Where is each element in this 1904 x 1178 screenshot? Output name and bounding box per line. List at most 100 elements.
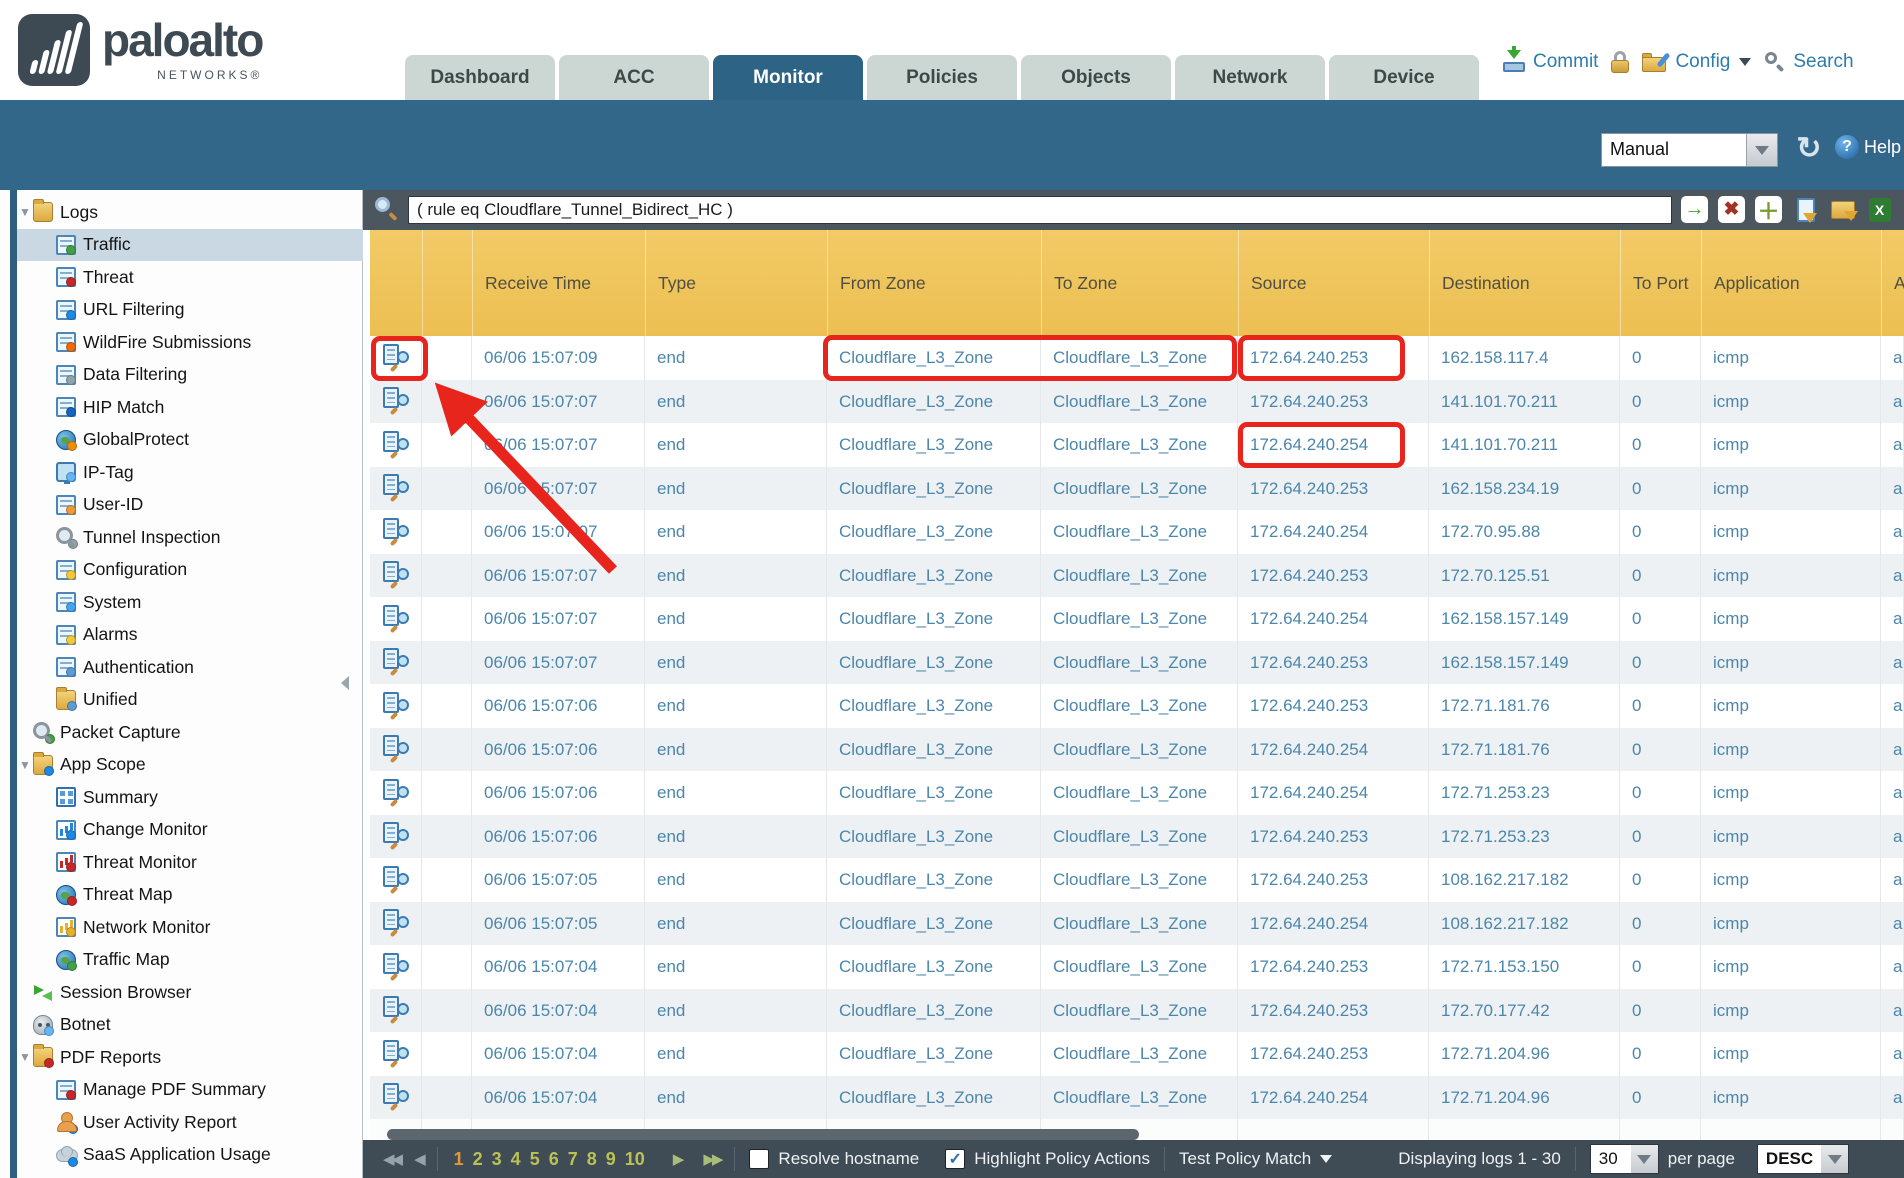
cell-destination[interactable]: 108.162.217.182	[1429, 858, 1620, 902]
log-detail-magnifier-icon[interactable]	[383, 518, 409, 546]
cell-action[interactable]: a	[1881, 684, 1904, 728]
cell-receive-time[interactable]: 06/06 15:07:07	[472, 597, 645, 641]
cell-to-zone[interactable]: Cloudflare_L3_Zone	[1041, 771, 1238, 815]
column-header-type[interactable]: Type	[645, 230, 827, 336]
cell-source[interactable]: 172.64.240.254	[1238, 728, 1429, 772]
log-detail-magnifier-icon[interactable]	[383, 1083, 409, 1111]
cell-to-zone[interactable]: Cloudflare_L3_Zone	[1041, 815, 1238, 859]
page-number-1[interactable]: 1	[454, 1149, 464, 1170]
cell-application[interactable]: icmp	[1701, 467, 1881, 511]
cell-destination[interactable]: 172.70.125.51	[1429, 554, 1620, 598]
cell-to-port[interactable]: 0	[1620, 467, 1701, 511]
cell-from-zone[interactable]: Cloudflare_L3_Zone	[827, 902, 1041, 946]
cell-destination[interactable]: 172.71.181.76	[1429, 684, 1620, 728]
cell-action[interactable]: a	[1881, 858, 1904, 902]
cell-action[interactable]: a	[1881, 728, 1904, 772]
cell-source[interactable]: 172.64.240.254	[1238, 423, 1429, 467]
sort-order-dropdown-button[interactable]	[1821, 1145, 1848, 1173]
cell-action[interactable]: a	[1881, 902, 1904, 946]
cell-from-zone[interactable]: Cloudflare_L3_Zone	[827, 336, 1041, 380]
sidebar-item-packet-capture[interactable]: Packet Capture	[17, 716, 363, 749]
cell-from-zone[interactable]: Cloudflare_L3_Zone	[827, 467, 1041, 511]
cell-source[interactable]: 172.64.240.254	[1238, 1076, 1429, 1120]
cell-type[interactable]: end	[645, 554, 827, 598]
log-detail-magnifier-icon[interactable]	[383, 953, 409, 981]
cell-source[interactable]: 172.64.240.253	[1238, 1032, 1429, 1076]
cell-from-zone[interactable]: Cloudflare_L3_Zone	[827, 554, 1041, 598]
tab-dashboard[interactable]: Dashboard	[405, 55, 555, 100]
cell-destination[interactable]: 162.158.117.4	[1429, 336, 1620, 380]
cell-to-port[interactable]: 0	[1620, 380, 1701, 424]
sidebar-item-threat[interactable]: Threat	[17, 261, 363, 294]
cell-receive-time[interactable]: 06/06 15:07:07	[472, 467, 645, 511]
cell-to-port[interactable]: 0	[1620, 771, 1701, 815]
log-detail-magnifier-icon[interactable]	[383, 779, 409, 807]
page-number-7[interactable]: 7	[568, 1149, 578, 1170]
cell-destination[interactable]: 172.71.204.96	[1429, 1032, 1620, 1076]
column-header-application[interactable]: Application	[1701, 230, 1881, 336]
cell-to-zone[interactable]: Cloudflare_L3_Zone	[1041, 1076, 1238, 1120]
cell-action[interactable]: a	[1881, 510, 1904, 554]
cell-source[interactable]: 172.64.240.254	[1238, 597, 1429, 641]
cell-application[interactable]: icmp	[1701, 641, 1881, 685]
log-detail-magnifier-icon[interactable]	[383, 1040, 409, 1068]
cell-type[interactable]: end	[645, 902, 827, 946]
cell-type[interactable]: end	[645, 380, 827, 424]
page-number-10[interactable]: 10	[625, 1149, 645, 1170]
refresh-icon[interactable]: ↻	[1792, 133, 1826, 167]
cell-destination[interactable]: 172.71.204.96	[1429, 1076, 1620, 1120]
cell-application[interactable]: icmp	[1701, 380, 1881, 424]
cell-to-zone[interactable]: Cloudflare_L3_Zone	[1041, 597, 1238, 641]
sidebar-item-user-activity-report[interactable]: User Activity Report	[17, 1106, 363, 1139]
cell-to-port[interactable]: 0	[1620, 336, 1701, 380]
cell-from-zone[interactable]: Cloudflare_L3_Zone	[827, 641, 1041, 685]
log-detail-magnifier-icon[interactable]	[383, 431, 409, 459]
tab-network[interactable]: Network	[1175, 55, 1325, 100]
cell-receive-time[interactable]: 06/06 15:07:04	[472, 945, 645, 989]
export-logs-button[interactable]: X	[1866, 196, 1893, 223]
sidebar-item-session-browser[interactable]: Session Browser	[17, 976, 363, 1009]
commit-button[interactable]: Commit	[1502, 50, 1598, 74]
cell-to-zone[interactable]: Cloudflare_L3_Zone	[1041, 641, 1238, 685]
sidebar-item-manage-pdf-summary[interactable]: Manage PDF Summary	[17, 1074, 363, 1107]
cell-source[interactable]: 172.64.240.253	[1238, 858, 1429, 902]
sidebar-item-url-filtering[interactable]: URL Filtering	[17, 294, 363, 327]
saved-filters-button[interactable]	[1829, 196, 1856, 223]
sidebar-item-botnet[interactable]: Botnet	[17, 1009, 363, 1042]
cell-to-zone[interactable]: Cloudflare_L3_Zone	[1041, 989, 1238, 1033]
cell-application[interactable]: icmp	[1701, 858, 1881, 902]
cell-to-port[interactable]: 0	[1620, 554, 1701, 598]
cell-type[interactable]: end	[645, 989, 827, 1033]
cell-type[interactable]: end	[645, 684, 827, 728]
cell-application[interactable]: icmp	[1701, 597, 1881, 641]
sidebar-item-logs[interactable]: ▼Logs	[17, 196, 363, 229]
cell-to-port[interactable]: 0	[1620, 728, 1701, 772]
cell-destination[interactable]: 141.101.70.211	[1429, 423, 1620, 467]
column-header-from-zone[interactable]: From Zone	[827, 230, 1041, 336]
cell-destination[interactable]: 172.71.181.76	[1429, 728, 1620, 772]
per-page-select[interactable]: 30	[1590, 1144, 1659, 1174]
cell-destination[interactable]: 162.158.157.149	[1429, 641, 1620, 685]
cell-from-zone[interactable]: Cloudflare_L3_Zone	[827, 858, 1041, 902]
sidebar-item-summary[interactable]: Summary	[17, 781, 363, 814]
cell-type[interactable]: end	[645, 945, 827, 989]
sidebar-item-authentication[interactable]: Authentication	[17, 651, 363, 684]
log-detail-magnifier-icon[interactable]	[383, 822, 409, 850]
cell-destination[interactable]: 162.158.234.19	[1429, 467, 1620, 511]
expander-triangle-icon[interactable]: ▼	[17, 205, 33, 219]
tab-policies[interactable]: Policies	[867, 55, 1017, 100]
cell-type[interactable]: end	[645, 1032, 827, 1076]
sidebar-item-wildfire-submissions[interactable]: WildFire Submissions	[17, 326, 363, 359]
last-page-button[interactable]: ▶▶	[703, 1150, 720, 1168]
page-number-3[interactable]: 3	[492, 1149, 502, 1170]
sidebar-item-configuration[interactable]: Configuration	[17, 554, 363, 587]
cell-from-zone[interactable]: Cloudflare_L3_Zone	[827, 728, 1041, 772]
prev-page-button[interactable]: ◀	[414, 1150, 423, 1168]
cell-action[interactable]: a	[1881, 423, 1904, 467]
cell-source[interactable]: 172.64.240.253	[1238, 684, 1429, 728]
sidebar-item-traffic[interactable]: Traffic	[17, 229, 363, 262]
sidebar-item-pdf-reports[interactable]: ▼PDF Reports	[17, 1041, 363, 1074]
cell-from-zone[interactable]: Cloudflare_L3_Zone	[827, 380, 1041, 424]
cell-type[interactable]: end	[645, 423, 827, 467]
sidebar-item-hip-match[interactable]: HIP Match	[17, 391, 363, 424]
